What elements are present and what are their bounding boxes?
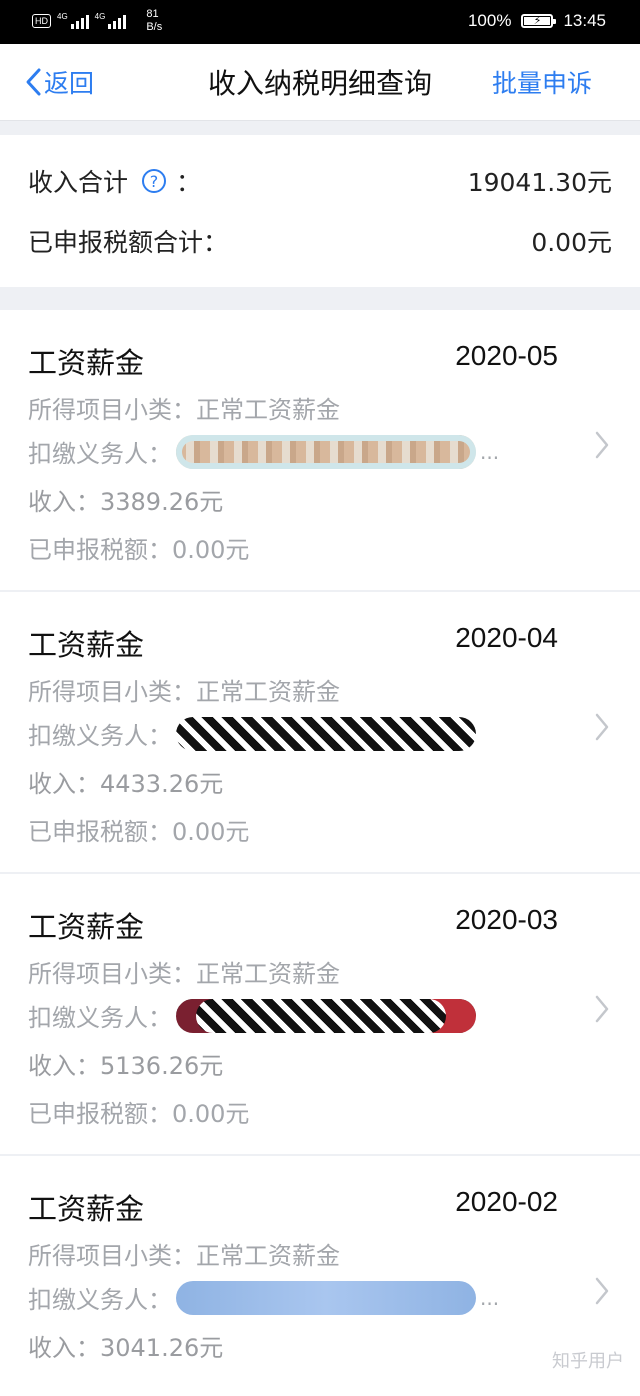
hd-badge: HD	[32, 14, 51, 28]
redaction-mark	[176, 998, 476, 1033]
payer-ellipsis: ...	[480, 439, 500, 464]
income-record-card[interactable]: 工资薪金 2020-03 所得项目小类：正常工资薪金 扣缴义务人： 收入：513…	[0, 874, 640, 1154]
signal-icon: 4G	[57, 13, 89, 29]
charging-bolt-icon: ⚡	[533, 15, 542, 27]
back-label: 返回	[44, 69, 95, 98]
network-speed: 81 B/s	[146, 8, 162, 34]
record-payer: 扣缴义务人：	[28, 716, 476, 751]
record-tax: 已申报税额：0.00元	[28, 1100, 250, 1128]
record-payer: 扣缴义务人： ...	[28, 1280, 499, 1315]
record-title: 工资薪金	[28, 346, 145, 380]
income-total-label-group: 收入合计 ? ：	[28, 163, 201, 199]
batch-appeal-button[interactable]: 批量申诉	[492, 64, 592, 100]
watermark: 知乎用户	[552, 1351, 624, 1372]
income-record-card[interactable]: 工资薪金 2020-04 所得项目小类：正常工资薪金 扣缴义务人： 收入：443…	[0, 592, 640, 872]
speed-unit: B/s	[146, 21, 163, 33]
tax-total-value: 0.00元	[531, 228, 612, 257]
status-bar: HD 4G 4G 81 B/s 100% ⚡ 13:45	[0, 0, 640, 44]
chevron-right-icon	[595, 1277, 609, 1305]
record-tax: 已申报税额：0.00元	[28, 818, 250, 846]
record-income: 收入：3041.26元	[28, 1334, 224, 1362]
record-subcategory: 所得项目小类：正常工资薪金	[28, 678, 340, 706]
income-total-row: 收入合计 ? ： 19041.30元	[28, 161, 612, 201]
record-tax: 已申报税额：0.00元	[28, 536, 250, 564]
chevron-right-icon	[595, 431, 609, 459]
record-title: 工资薪金	[28, 628, 145, 662]
income-total-label: 收入合计	[28, 168, 129, 197]
record-date: 2020-02	[455, 1186, 558, 1217]
income-total-value: 19041.30元	[467, 168, 612, 197]
status-left: HD 4G 4G 81 B/s	[32, 8, 162, 34]
battery-icon: ⚡	[521, 14, 557, 28]
record-income: 收入：3389.26元	[28, 488, 224, 516]
record-payer: 扣缴义务人：	[28, 998, 476, 1033]
record-income: 收入：4433.26元	[28, 770, 224, 798]
income-total-colon: ：	[176, 168, 202, 197]
signal-icon-2: 4G	[95, 13, 127, 29]
payer-label: 扣缴义务人：	[28, 1004, 172, 1032]
help-circle-icon[interactable]: ?	[142, 169, 167, 193]
record-payer: 扣缴义务人： ...	[28, 434, 499, 469]
chevron-right-icon	[595, 995, 609, 1023]
income-record-card[interactable]: 工资薪金 2020-02 所得项目小类：正常工资薪金 扣缴义务人： ... 收入…	[0, 1156, 640, 1396]
nav-bar: 返回 收入纳税明细查询 批量申诉	[0, 44, 640, 121]
record-subcategory: 所得项目小类：正常工资薪金	[28, 396, 340, 424]
record-date: 2020-03	[455, 904, 558, 935]
payer-label: 扣缴义务人：	[28, 722, 172, 750]
payer-label: 扣缴义务人：	[28, 1286, 172, 1314]
record-subcategory: 所得项目小类：正常工资薪金	[28, 1242, 340, 1270]
speed-value: 81	[146, 8, 159, 20]
redaction-mark	[176, 716, 476, 751]
back-chevron-icon	[26, 68, 41, 96]
network-type-1: 4G	[57, 12, 68, 21]
network-type-2: 4G	[94, 12, 106, 21]
record-date: 2020-04	[455, 622, 558, 653]
record-title: 工资薪金	[28, 910, 145, 944]
record-subcategory: 所得项目小类：正常工资薪金	[28, 960, 340, 988]
income-record-card[interactable]: 工资薪金 2020-05 所得项目小类：正常工资薪金 扣缴义务人： ... 收入…	[0, 310, 640, 590]
record-title: 工资薪金	[28, 1192, 145, 1226]
status-right: 100% ⚡ 13:45	[468, 11, 606, 31]
tax-total-label: 已申报税额合计：	[28, 228, 229, 257]
tax-total-row: 已申报税额合计： 0.00元	[28, 221, 612, 261]
payer-ellipsis: ...	[480, 1285, 500, 1310]
chevron-right-icon	[595, 713, 609, 741]
redaction-mark	[176, 434, 476, 469]
redaction-mark	[176, 1280, 476, 1315]
summary-panel: 收入合计 ? ： 19041.30元 已申报税额合计： 0.00元	[0, 135, 640, 287]
back-button[interactable]: 返回	[24, 64, 94, 100]
record-date: 2020-05	[455, 340, 558, 371]
clock: 13:45	[563, 11, 606, 30]
payer-label: 扣缴义务人：	[28, 440, 172, 468]
battery-percent: 100%	[467, 11, 512, 30]
record-income: 收入：5136.26元	[28, 1052, 224, 1080]
